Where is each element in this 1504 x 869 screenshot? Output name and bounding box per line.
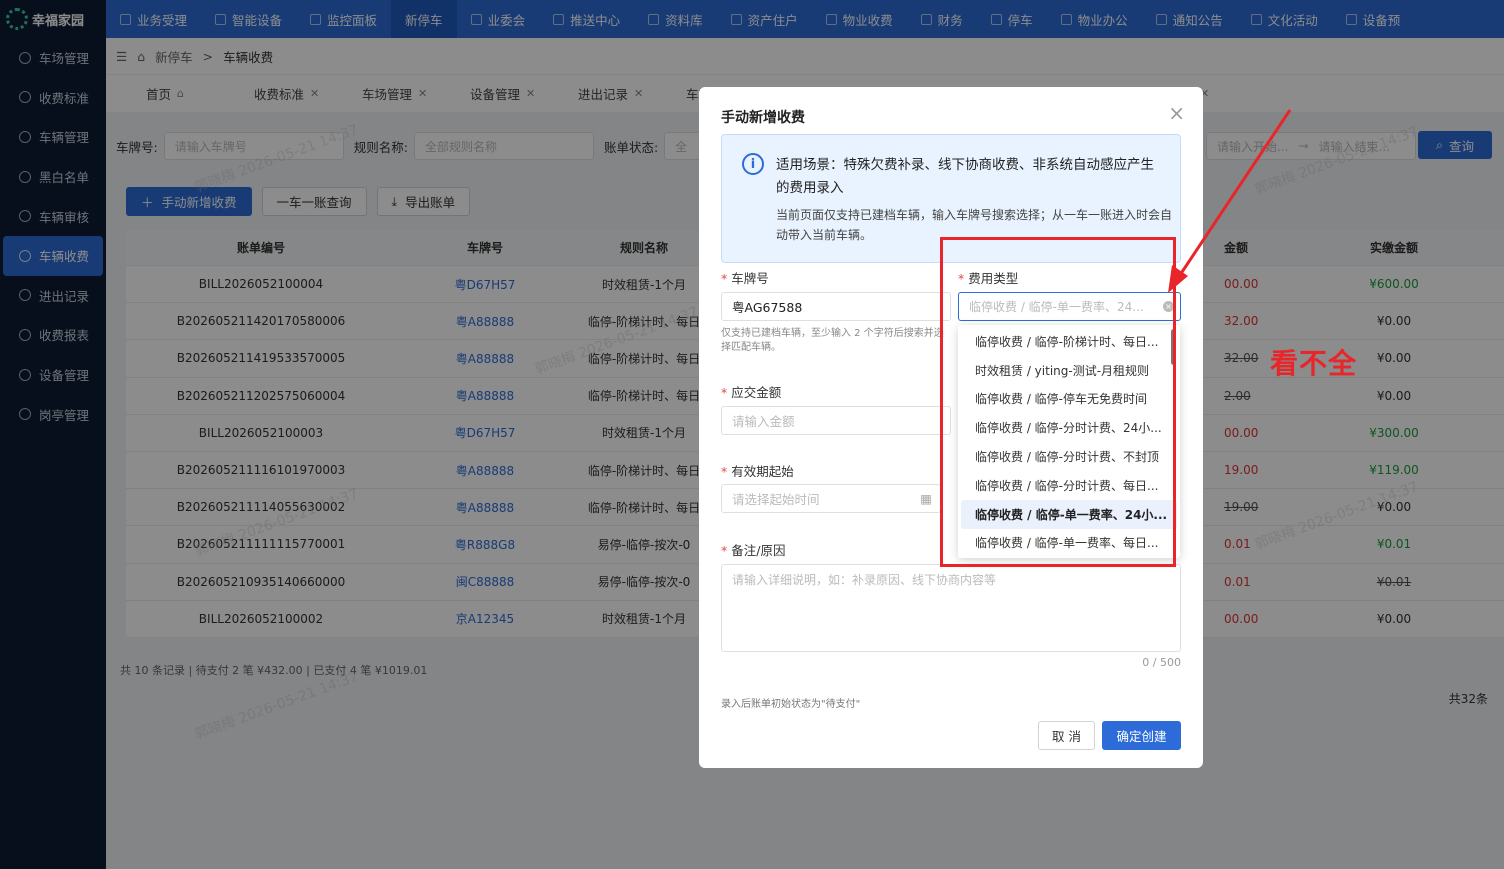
remark-counter: 0 / 500 xyxy=(1142,656,1181,669)
start-date-field[interactable]: 请选择起始时间 ▦ xyxy=(721,484,941,513)
plate-field-hint: 仅支持已建档车辆，至少输入 2 个字符后搜索并选择匹配车辆。 xyxy=(721,328,944,353)
plate-field-label: * 车牌号 xyxy=(721,271,769,286)
info-main-text: 适用场景：特殊欠费补录、线下协商收费、非系统自动感应产生的费用录入 xyxy=(776,157,1154,196)
confirm-create-button[interactable]: 确定创建 xyxy=(1102,721,1181,750)
status-note: 录入后账单初始状态为"待支付" xyxy=(721,699,861,710)
info-icon: i xyxy=(742,153,764,175)
cancel-button[interactable]: 取 消 xyxy=(1038,721,1095,750)
amount-field-label: * 应交金额 xyxy=(721,385,782,400)
calendar-icon: ▦ xyxy=(920,491,932,506)
remark-field-label: * 备注/原因 xyxy=(721,543,786,558)
plate-field[interactable]: 粤AG67588 xyxy=(721,292,951,321)
start-date-placeholder: 请选择起始时间 xyxy=(732,492,820,507)
close-icon[interactable]: × xyxy=(1168,101,1185,125)
annotation-highlight-box xyxy=(940,237,1176,567)
start-date-label: * 有效期起始 xyxy=(721,464,794,479)
remark-textarea[interactable]: 请输入详细说明，如：补录原因、线下协商内容等 xyxy=(721,564,1181,652)
dialog-title: 手动新增收费 xyxy=(721,110,805,126)
amount-field[interactable]: 请输入金额 xyxy=(721,406,951,435)
annotation-text: 看不全 xyxy=(1270,347,1358,380)
